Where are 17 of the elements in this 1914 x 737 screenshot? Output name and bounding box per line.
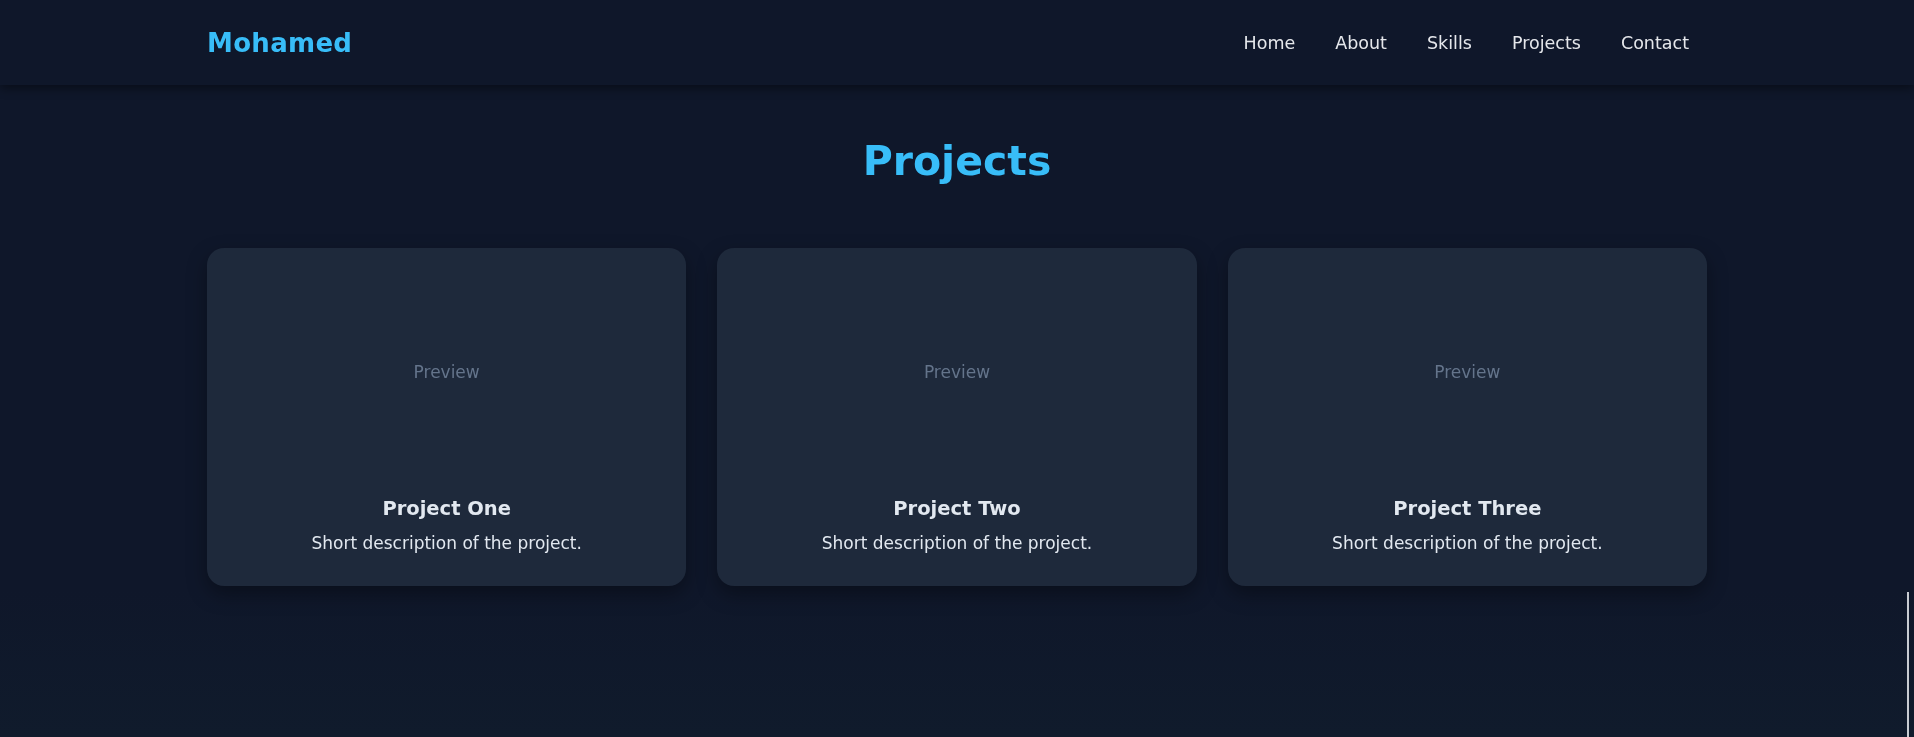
preview-label: Preview (413, 362, 480, 382)
nav-link[interactable]: Projects (1511, 32, 1581, 53)
project-title: Project Three (1393, 496, 1542, 522)
nav-link[interactable]: About (1335, 32, 1387, 53)
project-description: Short description of the project. (821, 532, 1093, 555)
site-logo[interactable]: Mohamed (207, 27, 353, 58)
project-description: Short description of the project. (311, 532, 582, 555)
preview-label: Preview (1434, 362, 1501, 382)
nav-link[interactable]: Skills (1426, 32, 1472, 53)
section-title: Projects (862, 136, 1052, 187)
project-title: Project One (382, 496, 511, 522)
nav-link[interactable]: Home (1243, 32, 1296, 53)
nav-link[interactable]: Contact (1620, 32, 1689, 53)
project-description: Short description of the project. (1332, 532, 1603, 555)
project-title: Project Two (893, 496, 1021, 522)
preview-label: Preview (923, 362, 991, 382)
scrollbar-thumb[interactable] (1907, 592, 1909, 737)
